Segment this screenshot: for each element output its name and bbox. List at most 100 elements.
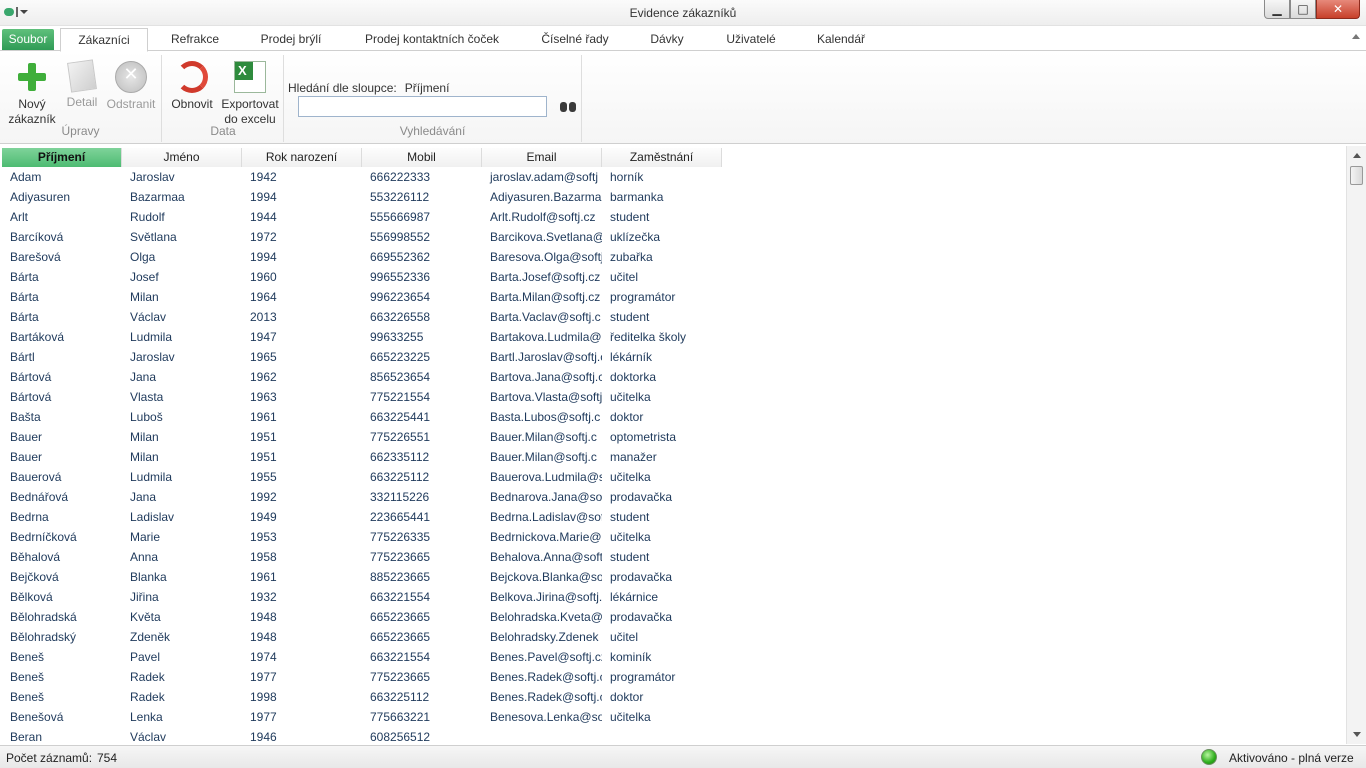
column-header-mobile[interactable]: Mobil xyxy=(362,148,482,167)
remove-glyph: ✕ xyxy=(123,64,139,85)
table-row[interactable]: Bárta Václav 2013 663226558 Barta.Vaclav@sof… xyxy=(2,307,722,327)
table-row[interactable]: Beneš Radek 1998 663225112 Benes.Radek@softj… xyxy=(2,687,722,707)
cell-first-name: Blanka xyxy=(130,570,167,584)
table-row[interactable]: Běhalová Anna 1958 775223665 Behalova.Anna@s… xyxy=(2,547,722,567)
tab-refraction[interactable]: Refrakce xyxy=(158,28,232,51)
scroll-down-icon[interactable] xyxy=(1353,732,1361,737)
cell-birth-year: 1965 xyxy=(250,350,277,364)
cell-mobile: 665223665 xyxy=(370,630,431,644)
column-header-surname[interactable]: Příjmení xyxy=(2,148,122,167)
tab-calendar[interactable]: Kalendář xyxy=(806,28,876,51)
table-row[interactable]: Bártová Vlasta 1963 775221554 Bartova.Vlasta… xyxy=(2,387,722,407)
cell-birth-year: 1977 xyxy=(250,710,277,724)
export-excel-button[interactable]: X Exportovat do excelu xyxy=(219,61,281,127)
detail-button[interactable]: Detail xyxy=(62,59,102,110)
table-row[interactable]: Bartáková Ludmila 1947 99633255 Bartakova.Lu… xyxy=(2,327,722,347)
new-customer-button[interactable]: Nový zákazník xyxy=(6,61,58,127)
table-row[interactable]: Bauer Milan 1951 775226551 Bauer.Milan@softj… xyxy=(2,427,722,447)
cell-email: Benesova.Lenka@so xyxy=(490,710,602,724)
column-header-occupation[interactable]: Zaměstnání xyxy=(602,148,722,167)
table-row[interactable]: Bauer Milan 1951 662335112 Bauer.Milan@softj… xyxy=(2,447,722,467)
cell-email: Bartakova.Ludmila@ xyxy=(490,330,602,344)
maximize-button[interactable]: □ xyxy=(1290,0,1316,19)
cell-email: Belkova.Jirina@softj. xyxy=(490,590,602,604)
table-row[interactable]: Bělková Jiřina 1932 663221554 Belkova.Jirina… xyxy=(2,587,722,607)
table-row[interactable]: Arlt Rudolf 1944 555666987 Arlt.Rudolf@softj… xyxy=(2,207,722,227)
table-row[interactable]: Beneš Radek 1977 775223665 Benes.Radek@softj… xyxy=(2,667,722,687)
table-row[interactable]: Bárta Milan 1964 996223654 Barta.Milan@softj… xyxy=(2,287,722,307)
search-input[interactable] xyxy=(298,96,547,117)
cell-birth-year: 1977 xyxy=(250,670,277,684)
minimize-button[interactable]: ▁ xyxy=(1264,0,1290,19)
cell-birth-year: 1948 xyxy=(250,610,277,624)
table-row[interactable]: Bělohradský Zdeněk 1948 665223665 Belohradsk… xyxy=(2,627,722,647)
cell-birth-year: 1961 xyxy=(250,410,277,424)
remove-button[interactable]: ✕ Odstranit xyxy=(104,61,158,112)
table-row[interactable]: Barcíková Světlana 1972 556998552 Barcikova.… xyxy=(2,227,722,247)
table-row[interactable]: Bašta Luboš 1961 663225441 Basta.Lubos@softj… xyxy=(2,407,722,427)
cell-surname: Bártová xyxy=(10,370,52,384)
close-icon: ✕ xyxy=(1332,2,1344,16)
table-row[interactable]: Beran Václav 1946 608256512 xyxy=(2,727,722,744)
column-header-birth-year[interactable]: Rok narození xyxy=(242,148,362,167)
refresh-button[interactable]: Obnovit xyxy=(167,61,217,112)
customer-grid[interactable]: Příjmení Jméno Rok narození Mobil Email … xyxy=(0,146,1346,744)
cell-mobile: 663225112 xyxy=(370,470,430,484)
cell-mobile: 662335112 xyxy=(370,450,430,464)
table-row[interactable]: Bednářová Jana 1992 332115226 Bednarova.Jana… xyxy=(2,487,722,507)
cell-email: Bartl.Jaroslav@softj.c xyxy=(490,350,602,364)
cell-surname: Beneš xyxy=(10,690,45,704)
vertical-scrollbar[interactable] xyxy=(1346,146,1366,744)
cell-mobile: 556998552 xyxy=(370,230,431,244)
tab-customers[interactable]: Zákazníci xyxy=(60,28,148,52)
search-column-value: Příjmení xyxy=(404,81,450,95)
tab-number-series[interactable]: Číselné řady xyxy=(532,28,618,51)
tab-contact-lens-sales[interactable]: Prodej kontaktních čoček xyxy=(352,28,512,51)
scroll-up-icon[interactable] xyxy=(1353,153,1361,158)
cell-first-name: Ladislav xyxy=(130,510,175,524)
maximize-icon: □ xyxy=(1297,2,1309,16)
tab-batches[interactable]: Dávky xyxy=(636,28,698,51)
tab-file[interactable]: Soubor xyxy=(2,29,54,50)
table-row[interactable]: Bedrna Ladislav 1949 223665441 Bedrna.Ladisl… xyxy=(2,507,722,527)
cell-occupation: učitelka xyxy=(610,710,651,724)
binoculars-icon[interactable] xyxy=(560,100,576,112)
table-row[interactable]: Bártová Jana 1962 856523654 Bartova.Jana@sof… xyxy=(2,367,722,387)
table-row[interactable]: Barešová Olga 1994 669552362 Baresova.Olga@s… xyxy=(2,247,722,267)
table-row[interactable]: Bejčková Blanka 1961 885223665 Bejckova.Blan… xyxy=(2,567,722,587)
cell-first-name: Zdeněk xyxy=(130,630,171,644)
activation-status-icon xyxy=(1201,749,1217,765)
table-row[interactable]: Bárta Josef 1960 996552336 Barta.Josef@softj… xyxy=(2,267,722,287)
column-header-first-name[interactable]: Jméno xyxy=(122,148,242,167)
cell-surname: Bárta xyxy=(10,290,39,304)
cell-first-name: Jiřina xyxy=(130,590,159,604)
status-bar: Počet záznamů: 754 Aktivováno - plná ver… xyxy=(0,745,1366,768)
table-row[interactable]: Adiyasuren Bazarmaa 1994 553226112 Adiyasure… xyxy=(2,187,722,207)
table-row[interactable]: Adam Jaroslav 1942 666222333 jaroslav.adam@s… xyxy=(2,167,722,187)
table-row[interactable]: Beneš Pavel 1974 663221554 Benes.Pavel@softj… xyxy=(2,647,722,667)
tab-glasses-sales[interactable]: Prodej brýlí xyxy=(248,28,334,51)
column-header-email[interactable]: Email xyxy=(482,148,602,167)
ribbon-collapse-icon[interactable] xyxy=(1352,34,1360,39)
scroll-thumb[interactable] xyxy=(1350,166,1363,185)
cell-mobile: 885223665 xyxy=(370,570,431,584)
table-row[interactable]: Bauerová Ludmila 1955 663225112 Bauerova.Lud… xyxy=(2,467,722,487)
cell-mobile: 775223665 xyxy=(370,550,431,564)
tab-users[interactable]: Uživatelé xyxy=(716,28,786,51)
cell-birth-year: 1953 xyxy=(250,530,277,544)
cell-email: Behalova.Anna@soft xyxy=(490,550,602,564)
cell-first-name: Bazarmaa xyxy=(130,190,185,204)
cell-email: Bauer.Milan@softj.c xyxy=(490,450,597,464)
cell-occupation: učitel xyxy=(610,630,639,644)
table-row[interactable]: Bělohradská Květa 1948 665223665 Belohradska… xyxy=(2,607,722,627)
cell-first-name: Světlana xyxy=(130,230,177,244)
table-row[interactable]: Bedrníčková Marie 1953 775226335 Bedrnickova… xyxy=(2,527,722,547)
table-row[interactable]: Bártl Jaroslav 1965 665223225 Bartl.Jaroslav… xyxy=(2,347,722,367)
cell-surname: Bejčková xyxy=(10,570,59,584)
cell-mobile: 663225112 xyxy=(370,690,430,704)
table-row[interactable]: Benešová Lenka 1977 775663221 Benesova.Lenka… xyxy=(2,707,722,727)
close-button[interactable]: ✕ xyxy=(1316,0,1360,19)
cell-surname: Bedrna xyxy=(10,510,49,524)
cell-occupation: ředitelka školy xyxy=(610,330,687,344)
cell-first-name: Ludmila xyxy=(130,470,173,484)
